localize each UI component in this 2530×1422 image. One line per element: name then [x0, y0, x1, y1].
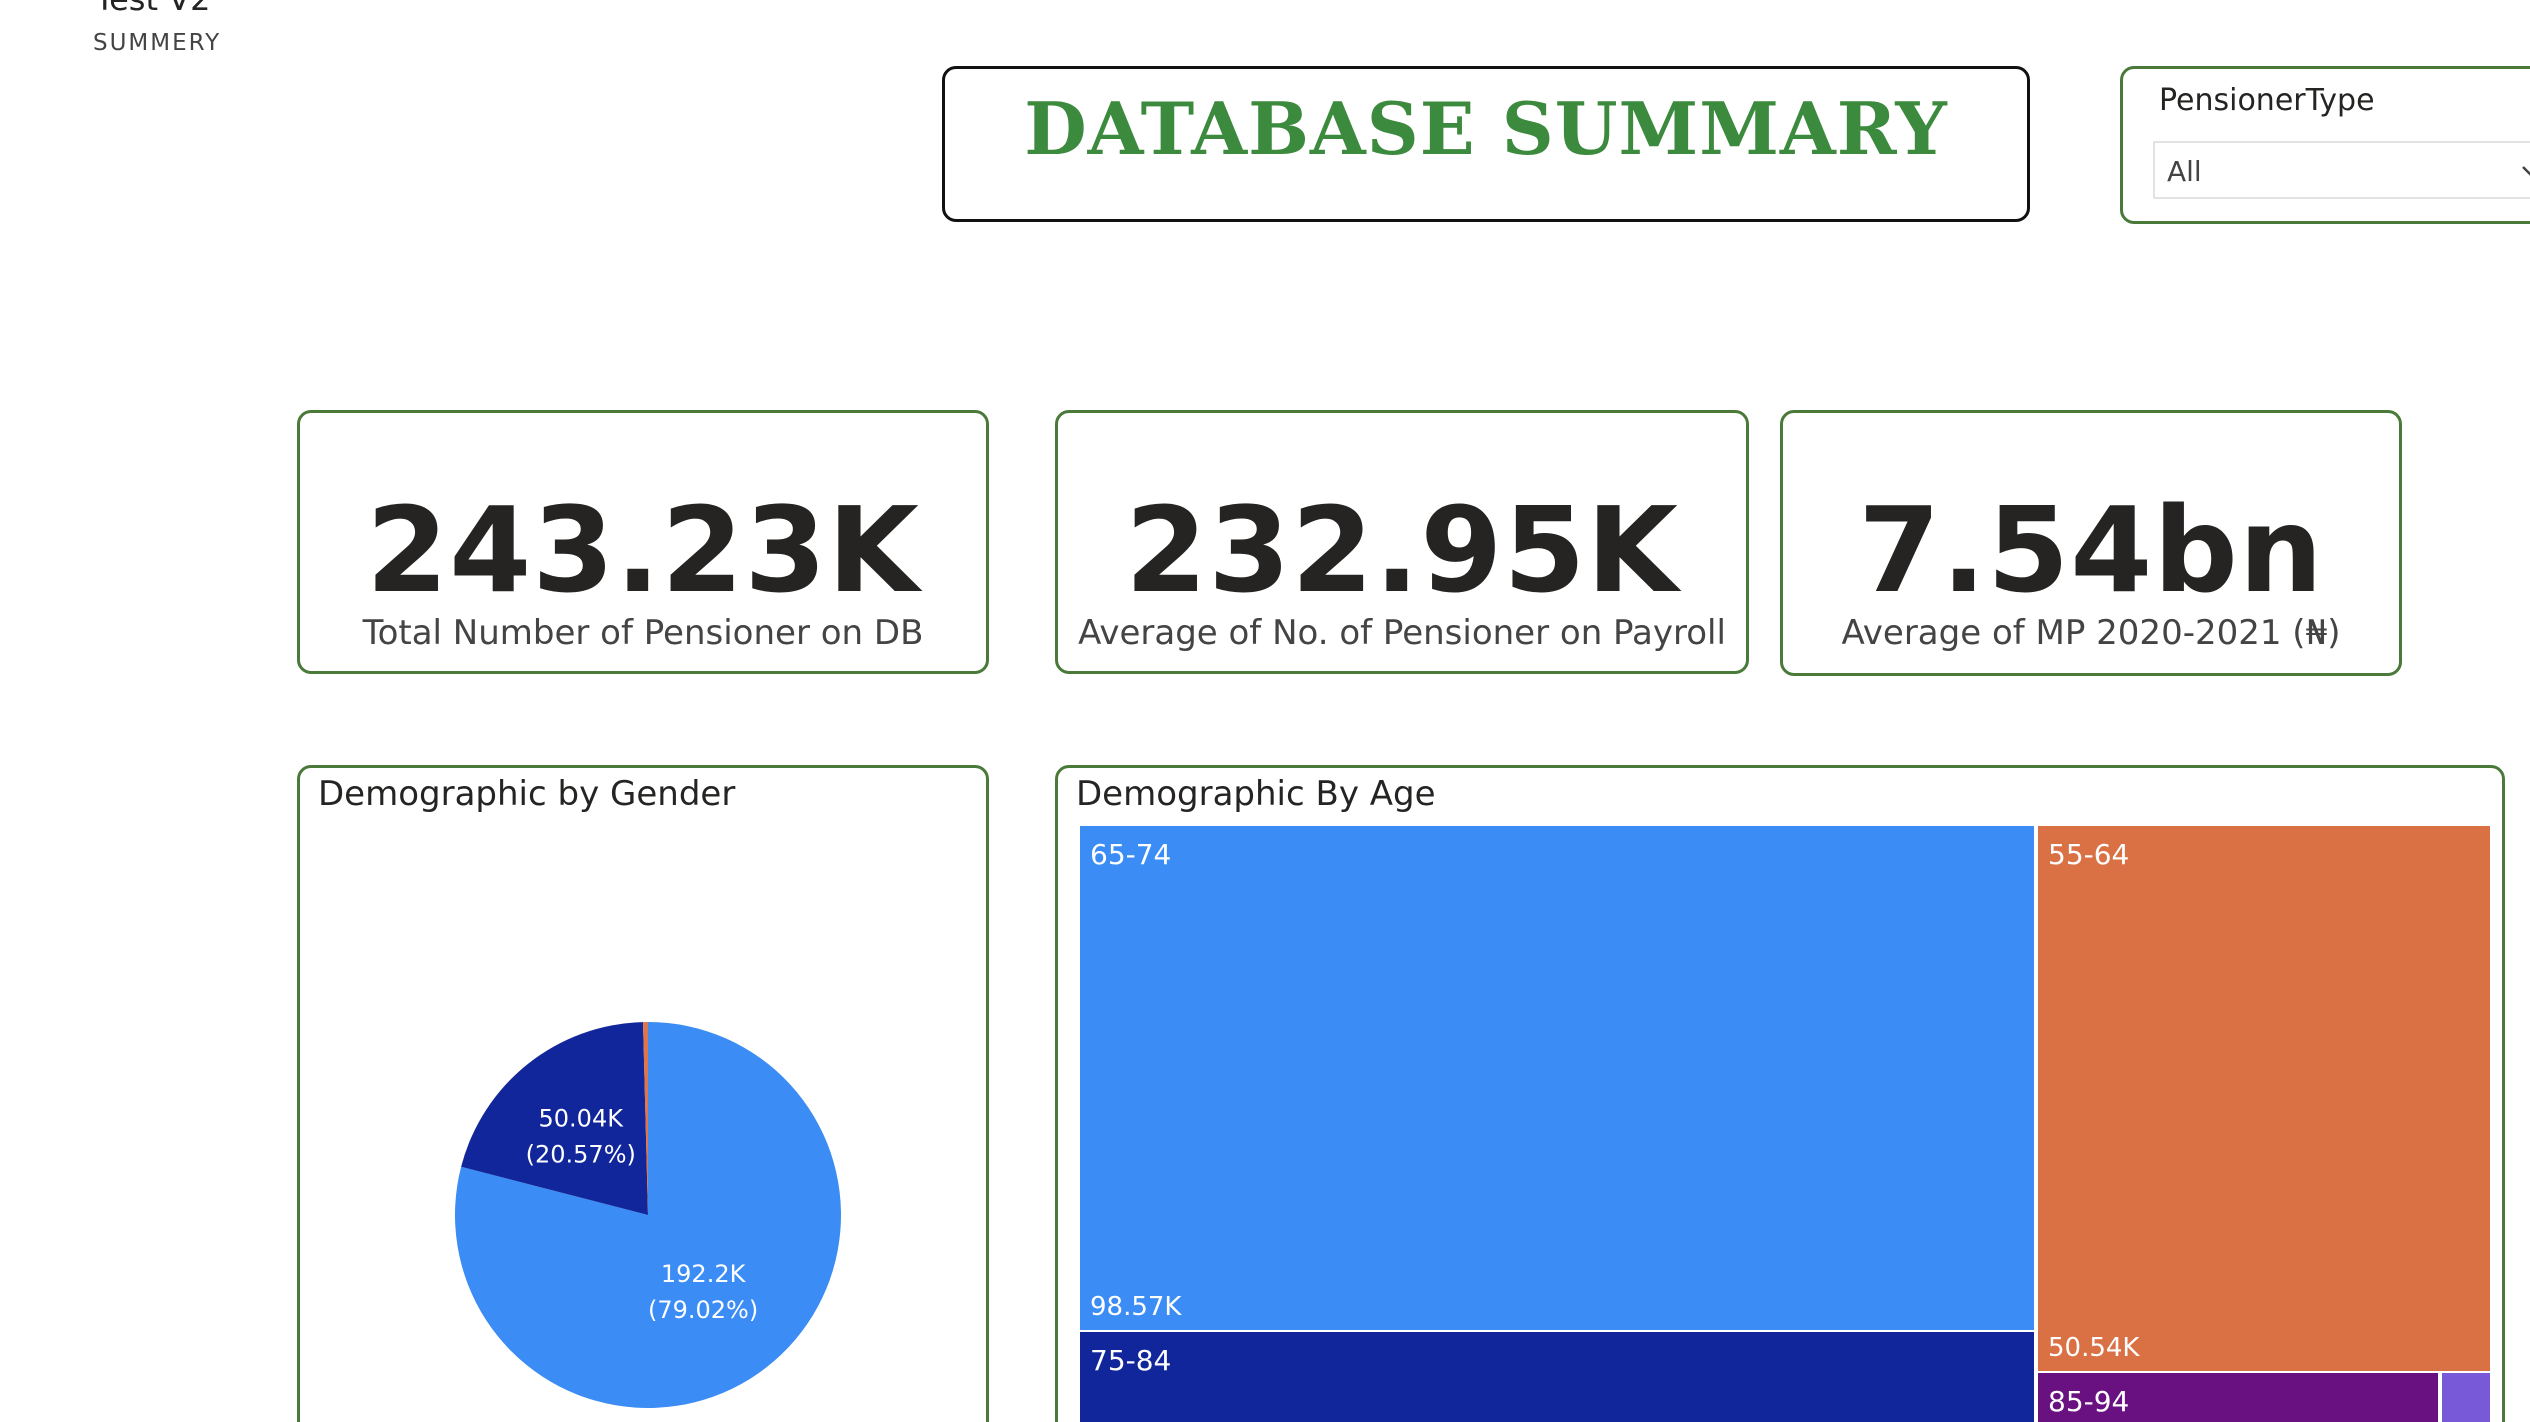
treemap-cell[interactable]: 75-84	[1080, 1332, 2034, 1422]
page-title: DATABASE SUMMARY	[1024, 86, 1948, 171]
pie-data-label: 50.04K	[539, 1104, 625, 1132]
pensioner-type-dropdown[interactable]: All	[2153, 141, 2530, 199]
treemap-category-label: 85-94	[2048, 1385, 2130, 1418]
chevron-down-icon	[2522, 166, 2530, 176]
slicer-label: PensionerType	[2159, 83, 2375, 118]
pie-data-label: 192.2K	[661, 1260, 747, 1288]
kpi-value: 232.95K	[1125, 481, 1679, 619]
treemap-value-label: 98.57K	[1090, 1292, 1182, 1322]
pensioner-type-slicer: PensionerType All	[2120, 66, 2530, 224]
treemap-category-label: 55-64	[2048, 838, 2130, 871]
treemap-category-label: 75-84	[1090, 1344, 1172, 1377]
kpi-card-average-mp[interactable]: 7.54bn Average of MP 2020-2021 (₦)	[1780, 410, 2402, 676]
kpi-value: 7.54bn	[1858, 481, 2324, 619]
report-page: Test V2 SUMMERY DATABASE SUMMARY Pension…	[0, 0, 2530, 1422]
kpi-label: Average of No. of Pensioner on Payroll	[1078, 613, 1726, 653]
slicer-selected-value: All	[2167, 155, 2202, 188]
treemap-value-label: 50.54K	[2048, 1333, 2140, 1363]
treemap-cell[interactable]: 85-94	[2038, 1373, 2438, 1422]
treemap-category-label: 65-74	[1090, 838, 1172, 871]
treemap-cell[interactable]: 65-74 98.57K	[1080, 826, 2034, 1330]
kpi-value: 243.23K	[366, 481, 920, 619]
gender-pie-chart[interactable]: Demographic by Gender 192.2K (79.02%) 50.0…	[297, 765, 989, 1422]
kpi-label: Average of MP 2020-2021 (₦)	[1841, 613, 2341, 653]
treemap-cell[interactable]: 55-64 50.54K	[2038, 826, 2490, 1371]
treemap-cell[interactable]	[2442, 1373, 2490, 1422]
pie-percent-label: (79.02%)	[648, 1296, 758, 1324]
dashboard-title-box: DATABASE SUMMARY	[942, 66, 2030, 222]
report-page-name: SUMMERY	[93, 30, 222, 56]
age-treemap-chart[interactable]: Demographic By Age 65-74 98.57K 55-64 50.54…	[1055, 765, 2505, 1422]
report-title: Test V2	[95, 0, 210, 18]
pie-chart-svg: 192.2K (79.02%) 50.04K (20.57%)	[455, 1022, 841, 1408]
treemap-area: 65-74 98.57K 55-64 50.54K 75-84 85-94	[1058, 768, 2502, 1422]
pie-percent-label: (20.57%)	[526, 1140, 636, 1168]
kpi-card-total-pensioners[interactable]: 243.23K Total Number of Pensioner on DB	[297, 410, 989, 674]
kpi-card-payroll-pensioners[interactable]: 232.95K Average of No. of Pensioner on P…	[1055, 410, 1749, 674]
kpi-label: Total Number of Pensioner on DB	[362, 613, 924, 653]
